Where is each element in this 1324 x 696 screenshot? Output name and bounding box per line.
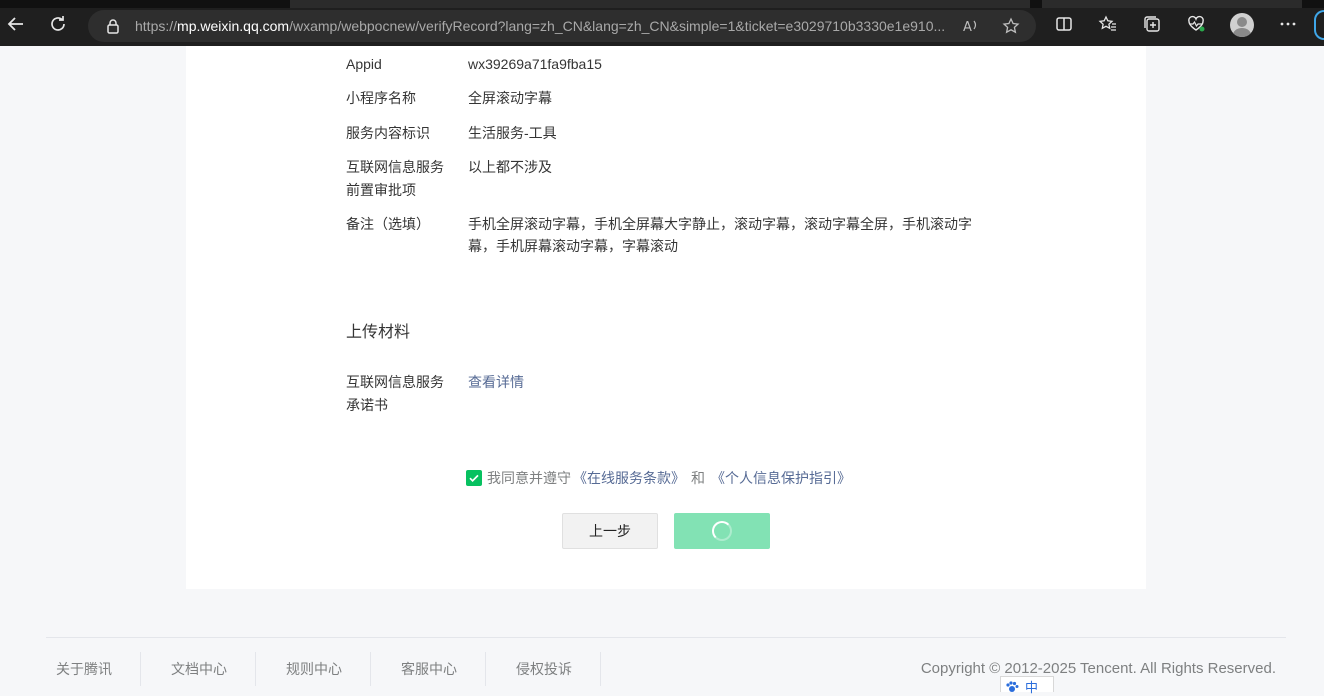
address-bar[interactable]: https://mp.weixin.qq.com/wxamp/webpocnew…	[88, 10, 1036, 42]
favorite-star-icon[interactable]	[1002, 17, 1020, 35]
favorites-icon[interactable]	[1096, 12, 1120, 36]
tab-strip	[0, 0, 1324, 8]
refresh-icon[interactable]	[46, 12, 70, 36]
paw-icon	[1006, 681, 1019, 692]
detail-value: 以上都不涉及	[468, 159, 552, 175]
footer-link-rules[interactable]: 规则中心	[256, 652, 371, 686]
lock-icon[interactable]	[104, 17, 122, 35]
footer-link-docs[interactable]: 文档中心	[141, 652, 256, 686]
detail-label: 互联网信息服务前置审批项	[346, 159, 444, 198]
browser-toolbar: https://mp.weixin.qq.com/wxamp/webpocnew…	[0, 0, 1324, 46]
prev-step-button[interactable]: 上一步	[562, 513, 658, 549]
verify-record-card: Appid wx39269a71fa9fba15 小程序名称 全屏滚动字幕 服务…	[186, 46, 1146, 589]
view-details-link[interactable]: 查看详情	[468, 371, 668, 393]
detail-label: 备注（选填）	[346, 216, 430, 232]
detail-label: 小程序名称	[346, 90, 416, 106]
copyright-text: Copyright © 2012-2025 Tencent. All Right…	[920, 660, 1276, 677]
checkmark-icon	[469, 474, 479, 483]
loading-spinner-icon	[712, 521, 732, 541]
footer-link-about[interactable]: 关于腾讯	[46, 652, 141, 686]
browser-essentials-icon[interactable]	[1184, 12, 1208, 36]
read-aloud-icon[interactable]: A	[962, 17, 980, 35]
upload-section-title: 上传材料	[346, 324, 411, 341]
and-text: 和	[691, 470, 705, 486]
privacy-link[interactable]: 《个人信息保护指引》	[711, 468, 851, 488]
url-text[interactable]: https://mp.weixin.qq.com/wxamp/webpocnew…	[135, 18, 995, 34]
detail-value: 生活服务-工具	[468, 125, 557, 141]
upload-label: 互联网信息服务承诺书	[346, 374, 444, 413]
agree-checkbox[interactable]	[466, 470, 482, 486]
detail-value: 手机全屏滚动字幕，手机全屏幕大字静止，滚动字幕，滚动字幕全屏，手机滚动字幕，手机…	[468, 216, 972, 254]
collections-icon[interactable]	[1140, 12, 1164, 36]
ime-language-label: 中	[1025, 680, 1039, 695]
footer-divider	[46, 637, 1286, 638]
agree-text: 我同意并遵守	[487, 470, 571, 486]
copilot-icon[interactable]	[1314, 10, 1324, 40]
agreement-row: 我同意并遵守 《在线服务条款》 和 《个人信息保护指引》	[466, 468, 853, 488]
detail-value: 全屏滚动字幕	[468, 90, 552, 106]
detail-value: wx39269a71fa9fba15	[468, 56, 602, 72]
split-screen-icon[interactable]	[1052, 12, 1076, 36]
detail-label: 服务内容标识	[346, 125, 430, 141]
submit-button-loading[interactable]	[674, 513, 770, 549]
footer-links: 关于腾讯 文档中心 规则中心 客服中心 侵权投诉	[46, 652, 601, 686]
back-icon[interactable]	[4, 12, 28, 36]
detail-label: Appid	[346, 56, 382, 72]
profile-avatar[interactable]	[1230, 13, 1254, 37]
more-options-icon[interactable]	[1276, 12, 1300, 36]
svg-text:A: A	[963, 20, 972, 35]
footer-link-infringement[interactable]: 侵权投诉	[486, 652, 601, 686]
terms-link[interactable]: 《在线服务条款》	[573, 468, 685, 488]
footer-link-support[interactable]: 客服中心	[371, 652, 486, 686]
